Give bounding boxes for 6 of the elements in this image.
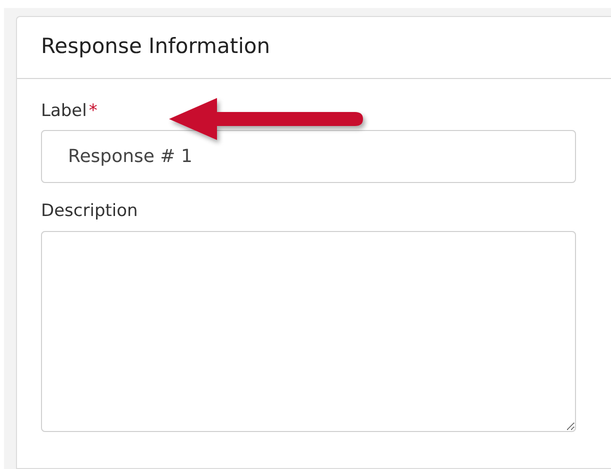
arrow-icon bbox=[169, 98, 363, 140]
field-label: Description bbox=[41, 200, 138, 223]
panel-title: Response Information bbox=[17, 17, 611, 78]
description-field[interactable] bbox=[41, 230, 576, 432]
field-label: Label* bbox=[41, 100, 98, 122]
text-field[interactable]: Response # 1 bbox=[41, 130, 576, 183]
